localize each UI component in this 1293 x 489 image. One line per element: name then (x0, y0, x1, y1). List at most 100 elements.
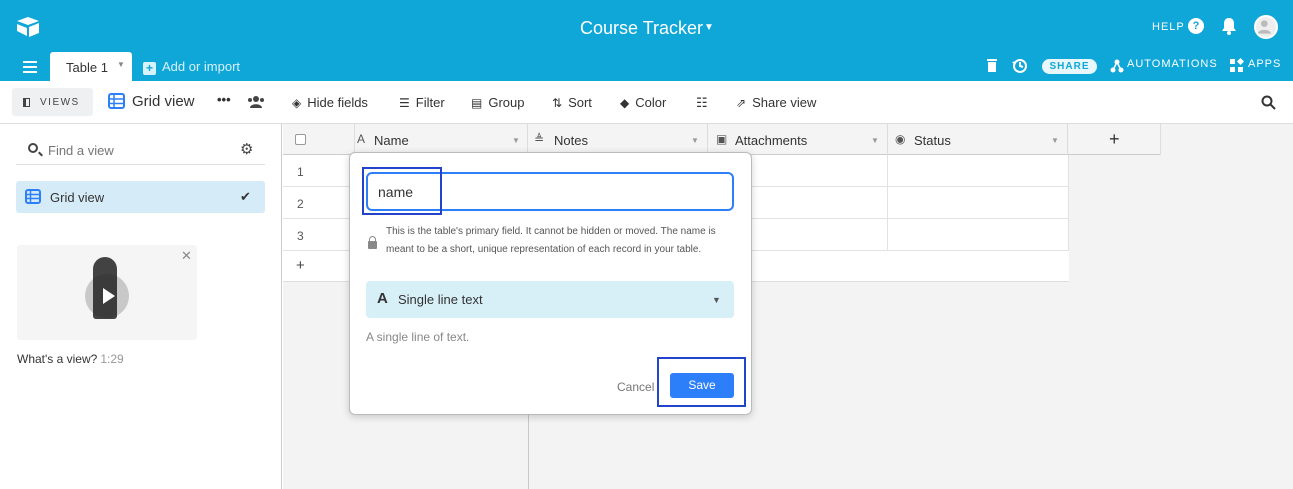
row-height-icon[interactable]: ☷ (696, 95, 708, 111)
automations-button[interactable]: AUTOMATIONS (1127, 58, 1218, 70)
current-view-name[interactable]: Grid view (132, 93, 195, 110)
search-icon (28, 143, 38, 153)
table-tab-label: Table 1 (66, 60, 108, 75)
bell-icon[interactable] (1221, 17, 1237, 35)
hide-fields-button[interactable]: ◈ Hide fields (292, 95, 368, 110)
cancel-button[interactable]: Cancel (617, 380, 654, 394)
hamburger-menu-icon[interactable] (23, 61, 37, 73)
highlight-box-save (657, 357, 746, 407)
plus-icon: + (296, 257, 305, 274)
field-type-description: A single line of text. (366, 330, 470, 344)
group-icon: ▤ (471, 96, 483, 110)
column-header-notes[interactable]: ≜ Notes ▼ (528, 124, 708, 155)
long-text-icon: ≜ (534, 132, 545, 146)
column-header-label: Status (914, 133, 951, 148)
select-all-cell (283, 124, 355, 155)
chevron-down-icon[interactable]: ▼ (1051, 136, 1059, 145)
base-title[interactable]: Course Tracker (580, 18, 703, 39)
primary-field-description: This is the table's primary field. It ca… (386, 226, 716, 255)
history-icon[interactable] (1011, 57, 1028, 74)
search-icon[interactable] (1261, 95, 1276, 110)
find-view-input[interactable] (48, 141, 218, 159)
sort-label: Sort (568, 95, 592, 110)
apps-button[interactable]: APPS (1248, 58, 1281, 70)
help-icon[interactable]: ? (1188, 18, 1204, 34)
video-duration: 1:29 (100, 352, 124, 366)
sort-button[interactable]: ⇅ Sort (552, 95, 592, 110)
top-bar: Course Tracker ▼ HELP ? Table 1 ▼ + Add o… (0, 0, 1293, 81)
chevron-down-icon[interactable]: ▼ (117, 60, 125, 69)
field-edit-popup: This is the table's primary field. It ca… (349, 152, 752, 415)
hide-fields-label: Hide fields (307, 95, 368, 110)
add-or-import-label: Add or import (162, 59, 241, 74)
sidebar-toggle-icon (23, 98, 30, 107)
view-tutorial-video[interactable]: ✕ (17, 245, 197, 340)
chevron-down-icon[interactable]: ▼ (691, 136, 699, 145)
eye-slash-icon: ◈ (292, 96, 302, 110)
group-label: Group (488, 95, 525, 110)
filter-label: Filter (415, 95, 445, 110)
avatar[interactable] (1254, 15, 1278, 39)
filter-icon: ☰ (399, 96, 410, 110)
tab-table-1[interactable]: Table 1 ▼ (50, 52, 132, 81)
more-options-icon[interactable]: ••• (217, 92, 231, 107)
add-or-import-button[interactable]: + Add or import (143, 59, 240, 75)
column-header-name[interactable]: A Name ▼ (355, 124, 528, 155)
share-view-label: Share view (752, 95, 817, 110)
group-button[interactable]: ▤ Group (471, 95, 524, 110)
chevron-down-icon[interactable]: ▼ (871, 136, 879, 145)
sidebar-item-label: Grid view (50, 190, 105, 205)
color-label: Color (635, 95, 667, 110)
close-icon[interactable]: ✕ (181, 248, 192, 264)
status-cell[interactable] (888, 219, 1069, 251)
lock-icon (368, 236, 377, 249)
airtable-logo-icon[interactable] (16, 16, 40, 38)
plus-icon: + (1109, 129, 1120, 149)
column-header-status[interactable]: ◉ Status ▼ (888, 124, 1068, 155)
field-type-select[interactable]: A Single line text ▼ (366, 281, 734, 318)
status-icon: ◉ (895, 132, 906, 146)
plus-icon: + (143, 62, 156, 75)
color-button[interactable]: ◆ Color (620, 95, 666, 110)
column-header-label: Attachments (735, 133, 808, 148)
field-type-label: Single line text (398, 292, 483, 307)
views-label: VIEWS (40, 97, 80, 108)
text-icon: A (357, 132, 366, 146)
add-column-button[interactable]: + (1068, 124, 1161, 155)
select-all-checkbox[interactable] (295, 134, 306, 145)
share-view-button[interactable]: ⇗ Share view (736, 95, 816, 110)
text-icon: A (377, 290, 388, 307)
views-sidebar: ⚙ Grid view ✔ ✕ What's a view?1:29 (0, 124, 282, 489)
column-header-label: Notes (554, 133, 588, 148)
views-toggle-button[interactable]: VIEWS (12, 88, 93, 116)
apps-icon[interactable] (1229, 58, 1244, 73)
filter-button[interactable]: ☰ Filter (399, 95, 445, 110)
whats-a-view-label: What's a view? (17, 352, 98, 366)
collaborators-icon[interactable] (247, 95, 265, 108)
title-caret-icon[interactable]: ▼ (704, 22, 714, 33)
help-link[interactable]: HELP (1152, 21, 1185, 33)
column-header-label: Name (374, 133, 409, 148)
view-toolbar: VIEWS Grid view ••• ◈ Hide fields ☰ Filter… (0, 81, 1293, 124)
column-header-attachments[interactable]: ▣ Attachments ▼ (708, 124, 888, 155)
checkmark-icon: ✔ (240, 189, 251, 204)
status-cell[interactable] (888, 155, 1069, 187)
grid-view-icon (108, 93, 125, 109)
find-view-box: ⚙ (16, 135, 265, 165)
sort-icon: ⇅ (552, 96, 563, 110)
grid-view-icon (25, 189, 41, 204)
attachment-icon: ▣ (716, 132, 728, 146)
highlight-box-field-name (362, 167, 442, 215)
sidebar-item-grid-view[interactable]: Grid view ✔ (16, 181, 265, 213)
paint-bucket-icon: ◆ (620, 96, 630, 110)
trash-icon[interactable] (986, 58, 998, 73)
app-window: Course Tracker ▼ HELP ? Table 1 ▼ + Add o… (0, 0, 1293, 489)
chevron-down-icon[interactable]: ▼ (512, 136, 520, 145)
grid-header-row: A Name ▼ ≜ Notes ▼ ▣ Attachments ▼ ◉ Sta… (283, 124, 1161, 155)
status-cell[interactable] (888, 187, 1069, 219)
share-button[interactable]: SHARE (1042, 59, 1097, 74)
play-icon[interactable] (103, 288, 115, 304)
whats-a-view-caption[interactable]: What's a view? 1:29 (17, 352, 124, 366)
gear-icon[interactable]: ⚙ (240, 140, 253, 158)
automations-icon[interactable] (1110, 59, 1124, 73)
